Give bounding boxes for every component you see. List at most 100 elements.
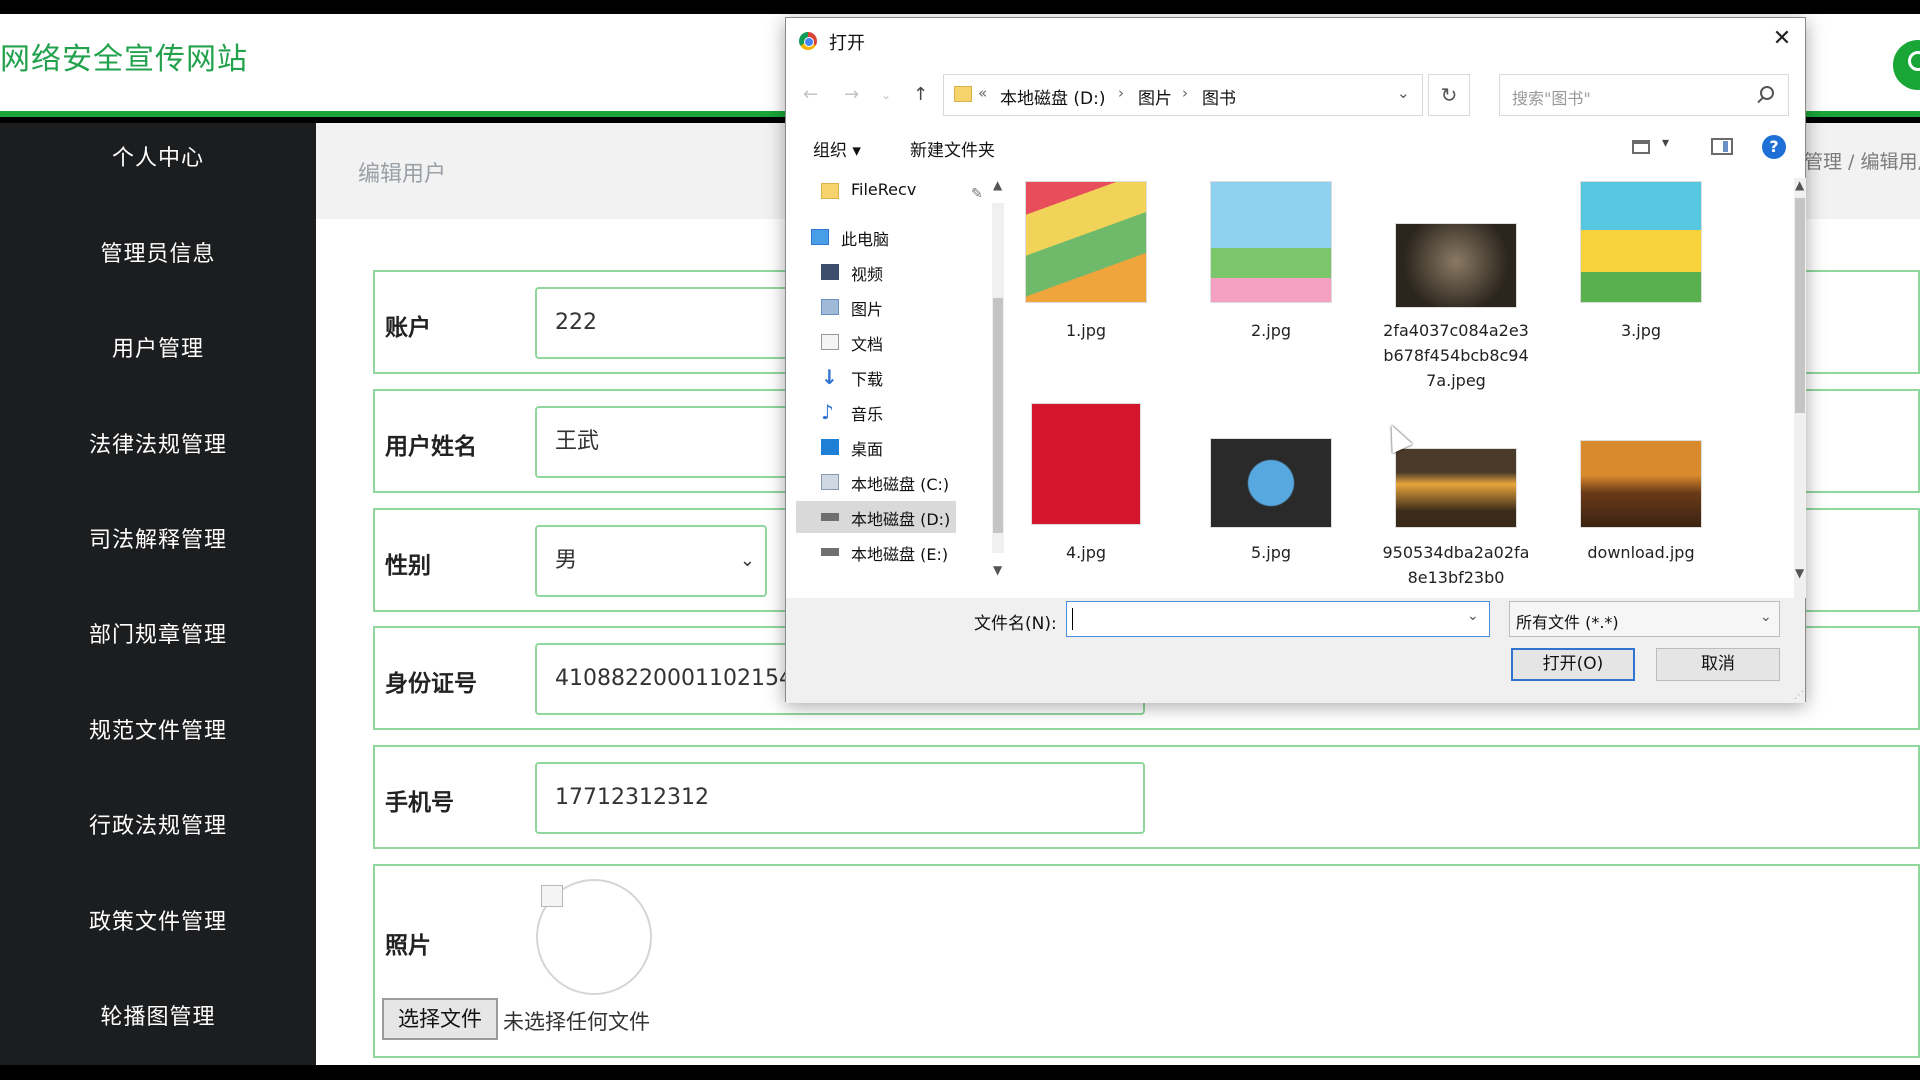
nav-item-desktop[interactable]: 桌面 — [796, 431, 956, 463]
file-item[interactable]: 5.jpg — [1196, 400, 1346, 575]
filename-input[interactable]: ⌄ — [1066, 601, 1490, 637]
gender-select[interactable]: 男 ⌄ — [535, 525, 767, 597]
preview-pane-icon[interactable] — [1711, 138, 1733, 155]
nav-item-drive-c[interactable]: 本地磁盘 (C:) — [796, 466, 956, 498]
dialog-title: 打开 — [829, 33, 865, 54]
nav-item-music[interactable]: ♪ 音乐 — [796, 396, 956, 428]
sunset-thumbnail — [1395, 448, 1517, 528]
nav-item-downloads[interactable]: ↓ 下载 — [796, 361, 956, 393]
address-part-drive[interactable]: 本地磁盘 (D:) — [1000, 84, 1106, 109]
help-icon[interactable]: ? — [1762, 135, 1786, 159]
file-name: 2fa4037c084a2e3b678f454bcb8c947a.jpeg — [1383, 321, 1529, 390]
chevron-down-icon[interactable]: ⌄ — [1467, 608, 1479, 624]
download-icon: ↓ — [821, 365, 838, 389]
computer-icon — [811, 229, 829, 245]
file-item[interactable]: 3.jpg — [1566, 178, 1716, 353]
photo-label: 照片 — [385, 933, 431, 959]
dialog-titlebar[interactable]: 打开 ✕ — [786, 18, 1805, 64]
nav-label: 音乐 — [851, 405, 884, 424]
gender-label: 性别 — [385, 553, 431, 579]
site-title: 网络安全宣传网站 — [0, 42, 248, 77]
address-bar[interactable]: « 本地磁盘 (D:) › 图片 › 图书 ⌄ — [943, 74, 1423, 116]
resize-grip-icon[interactable]: ⋰ — [1794, 690, 1804, 701]
phone-label: 手机号 — [385, 790, 454, 816]
book-cover-thumbnail — [1580, 181, 1702, 303]
drive-icon — [821, 513, 839, 521]
open-button[interactable]: 打开(O) — [1511, 648, 1635, 681]
file-item[interactable]: download.jpg — [1566, 400, 1716, 575]
search-input[interactable]: 搜索"图书" — [1499, 74, 1789, 116]
close-icon[interactable]: ✕ — [1767, 24, 1797, 54]
nav-item-this-pc[interactable]: 此电脑 — [786, 221, 946, 253]
nav-scrollbar-thumb[interactable] — [993, 298, 1003, 533]
choose-file-button[interactable]: 选择文件 — [382, 998, 498, 1040]
scroll-down-icon[interactable]: ▼ — [1795, 566, 1804, 580]
sidebar-item-admin-info[interactable]: 管理员信息 — [0, 235, 316, 275]
drive-icon — [821, 474, 839, 490]
filename-label: 文件名(N): — [974, 614, 1057, 634]
address-overflow[interactable]: « — [978, 84, 987, 102]
book-cover-thumbnail — [1025, 181, 1147, 303]
nav-label: 桌面 — [851, 440, 884, 459]
new-folder-button[interactable]: 新建文件夹 — [910, 136, 995, 161]
chevron-down-icon: ⌄ — [1760, 609, 1772, 625]
nav-label: 下载 — [851, 370, 884, 389]
phone-input[interactable]: 17712312312 — [535, 762, 1145, 834]
broken-image-icon — [541, 885, 563, 907]
view-mode-icon[interactable] — [1632, 140, 1650, 154]
file-item[interactable]: 1.jpg — [1011, 178, 1161, 353]
sidebar: 个人中心 管理员信息 用户管理 法律法规管理 司法解释管理 部门规章管理 规范文… — [0, 123, 316, 1065]
file-list: 1.jpg 2.jpg 2fa4037c084a2e3b678f454bcb8c… — [1011, 178, 1791, 588]
scroll-down-icon[interactable]: ▼ — [993, 563, 1002, 577]
nav-item-drive-d[interactable]: 本地磁盘 (D:) — [796, 501, 956, 533]
nav-item-filerecv[interactable]: FileRecv — [796, 175, 956, 207]
chevron-down-icon[interactable]: ▾ — [1662, 135, 1669, 151]
sidebar-item-user-management[interactable]: 用户管理 — [0, 330, 316, 370]
search-placeholder: 搜索"图书" — [1512, 89, 1591, 108]
nav-item-videos[interactable]: 视频 — [796, 256, 956, 288]
organize-button[interactable]: 组织 ▾ — [813, 136, 861, 161]
nav-label: 此电脑 — [841, 230, 890, 249]
gender-select-value: 男 — [555, 548, 578, 573]
sidebar-item-administrative-regulations[interactable]: 行政法规管理 — [0, 807, 316, 847]
recent-dropdown-icon[interactable]: ⌄ — [881, 88, 891, 102]
forward-arrow-icon[interactable]: → — [844, 84, 859, 105]
nav-label: 视频 — [851, 265, 884, 284]
sidebar-item-normative-documents[interactable]: 规范文件管理 — [0, 712, 316, 752]
up-arrow-icon[interactable]: ↑ — [913, 84, 928, 105]
sidebar-item-carousel[interactable]: 轮播图管理 — [0, 998, 316, 1038]
sidebar-item-laws[interactable]: 法律法规管理 — [0, 426, 316, 466]
nav-item-documents[interactable]: 文档 — [796, 326, 956, 358]
chevron-down-icon[interactable]: ⌄ — [1397, 84, 1410, 102]
file-scrollbar-thumb[interactable] — [1795, 198, 1805, 413]
file-item[interactable]: 2fa4037c084a2e3b678f454bcb8c947a.jpeg — [1381, 178, 1531, 403]
file-name: 1.jpg — [1065, 321, 1107, 340]
cancel-button[interactable]: 取消 — [1656, 648, 1780, 681]
sidebar-item-personal-center[interactable]: 个人中心 — [0, 139, 316, 179]
refresh-icon[interactable]: ↻ — [1428, 74, 1470, 116]
document-icon — [821, 334, 839, 350]
file-item[interactable]: 4.jpg — [1011, 400, 1161, 575]
file-name: 3.jpg — [1620, 321, 1662, 340]
filetype-select[interactable]: 所有文件 (*.*) ⌄ — [1509, 601, 1780, 637]
scroll-up-icon[interactable]: ▲ — [993, 178, 1002, 192]
sidebar-item-judicial-interpretation[interactable]: 司法解释管理 — [0, 521, 316, 561]
name-label: 用户姓名 — [385, 434, 477, 460]
pin-icon[interactable]: ✎ — [971, 186, 983, 202]
photo-thumbnail — [1395, 223, 1517, 308]
sidebar-item-policy-documents[interactable]: 政策文件管理 — [0, 903, 316, 943]
nav-label: FileRecv — [851, 180, 917, 199]
nav-item-pictures[interactable]: 图片 — [796, 291, 956, 323]
file-name: 2.jpg — [1250, 321, 1292, 340]
sidebar-item-department-rules[interactable]: 部门规章管理 — [0, 616, 316, 656]
address-part-pictures[interactable]: 图片 — [1138, 84, 1172, 109]
nav-label: 本地磁盘 (E:) — [851, 545, 949, 564]
address-part-books[interactable]: 图书 — [1202, 84, 1236, 109]
no-file-text: 未选择任何文件 — [503, 1010, 650, 1034]
scroll-up-icon[interactable]: ▲ — [1795, 178, 1804, 192]
file-item[interactable]: 2.jpg — [1196, 178, 1346, 353]
nav-item-drive-e[interactable]: 本地磁盘 (E:) — [796, 536, 956, 568]
file-name: 4.jpg — [1065, 543, 1107, 562]
back-arrow-icon[interactable]: ← — [803, 84, 818, 105]
address-separator: › — [1118, 84, 1124, 102]
